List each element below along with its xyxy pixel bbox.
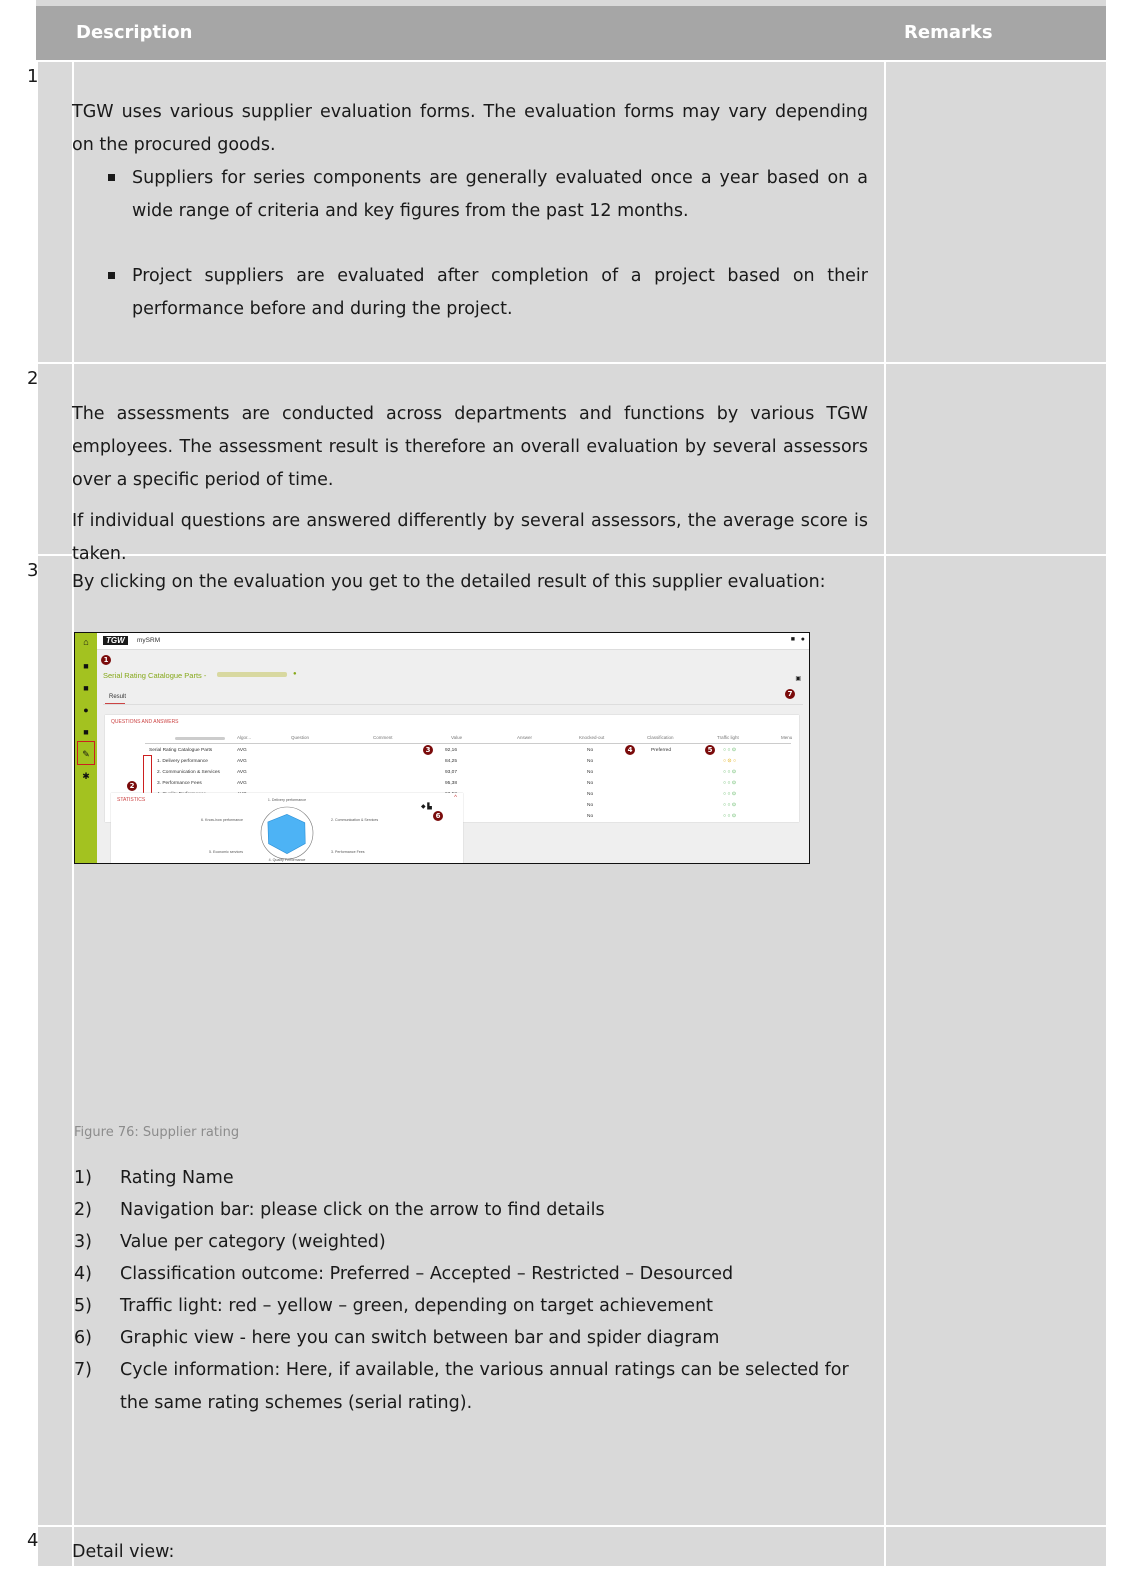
traffic-light-icon: ○ ○ ⊙ (723, 769, 737, 775)
header-divider (145, 743, 791, 744)
row-divider (36, 60, 1106, 62)
traffic-light-icon: ○ ○ ⊙ (723, 747, 737, 753)
database-icon: ■ (83, 661, 89, 671)
row-1-bullet-2: Project suppliers are evaluated after co… (108, 260, 868, 326)
tab-divider (103, 704, 803, 705)
notification-icon: ■ (790, 636, 795, 643)
chat-icon: ■ (83, 683, 89, 693)
wrench-highlight-box (77, 741, 95, 765)
supplier-rating-screenshot: ⌂ ■ ■ ● ■ ✎ ✱ TGW mySRM ■ ● 1 Serial Rat… (74, 632, 810, 866)
app-sidebar: ⌂ ■ ■ ● ■ ✎ ✱ (75, 633, 97, 863)
radar-chart: 1. Delivery performance 2. Communication … (201, 798, 378, 862)
row-number: 4 (27, 1530, 39, 1551)
table-row-knocked-out: No (587, 814, 594, 819)
remarks-column-divider (884, 60, 886, 1566)
table-header: Description Remarks (36, 6, 1106, 60)
table-row-classification: Preferred (651, 748, 671, 753)
user-icon: ● (83, 705, 89, 715)
traffic-light-icon: ○ ⊙ ○ (723, 758, 737, 764)
callout-5: 5 (705, 745, 715, 755)
table-row-name: 1. Delivery performance (157, 759, 208, 764)
remarks-header: Remarks (904, 22, 993, 43)
radar-axis-label: 1. Delivery performance (268, 798, 306, 802)
row-number: 2 (27, 368, 39, 389)
tgw-logo: TGW (103, 636, 128, 645)
col-traffic-light: Traffic light (717, 735, 739, 740)
description-header: Description (76, 22, 193, 43)
home-icon: ⌂ (83, 637, 89, 647)
row-3-text: By clicking on the evaluation you get to… (72, 572, 826, 592)
traffic-light-icon: ○ ○ ⊙ (723, 780, 737, 786)
left-border (36, 60, 38, 1566)
col-algor: Algor... (237, 735, 252, 740)
col-comment: Comment (373, 735, 393, 740)
table-row-knocked-out: No (587, 759, 594, 764)
col-knocked-out: Knocked-out (579, 735, 605, 740)
traffic-light-icon: ○ ○ ⊙ (723, 791, 737, 797)
callout-1: 1 (101, 655, 111, 665)
table-row-knocked-out: No (587, 792, 594, 797)
table-row-algo: AVG (237, 770, 247, 775)
figure-caption: Figure 76: Supplier rating (74, 1125, 240, 1140)
app-topbar: TGW mySRM ■ ● (97, 633, 809, 650)
user-icon: ● (800, 636, 805, 643)
table-row-value: 95,38 (445, 781, 458, 786)
callout-7: 7 (785, 689, 795, 699)
table-row-name: 3. Performance Fees (157, 781, 202, 786)
table-row-algo: AVG (237, 759, 247, 764)
radar-axis-label: 3. Performance Fees (331, 850, 365, 854)
radar-axis-label: 4. Quality Performance (269, 858, 306, 862)
row-divider (36, 1525, 1106, 1527)
row-number: 1 (27, 66, 39, 87)
traffic-light-icon: ○ ○ ⊙ (723, 813, 737, 819)
row-number: 3 (27, 560, 39, 581)
callout-4: 4 (625, 745, 635, 755)
col-menu: Menu (781, 735, 793, 740)
radar-area (267, 814, 306, 855)
table-row-knocked-out: No (587, 781, 594, 786)
status-dot: ● (293, 671, 297, 677)
row-2-paragraph-2: If individual questions are answered dif… (72, 511, 868, 564)
table-row-knocked-out: No (587, 748, 594, 753)
col-answer: Answer (517, 735, 533, 740)
table-row-value: 92,16 (445, 748, 458, 753)
table-row-value: 93,07 (445, 770, 458, 775)
redacted-supplier-name (217, 672, 287, 677)
row-1-bullet-1: Suppliers for series components are gene… (108, 162, 868, 228)
col-classification: Classification (647, 735, 674, 740)
table-row-knocked-out: No (587, 770, 594, 775)
tab-result: Result (109, 694, 127, 700)
redacted-column (175, 737, 225, 740)
table-row-algo: AVG (237, 748, 247, 753)
rating-title: Serial Rating Catalogue Parts - (103, 671, 207, 680)
col-value: Value (451, 735, 463, 740)
callout-2: 2 (127, 781, 137, 791)
radar-axis-label: 5. Economic services (209, 850, 243, 854)
traffic-light-icon: ○ ○ ⊙ (723, 802, 737, 808)
export-icon: ▣ (795, 676, 801, 682)
radar-axis-label: 2. Communication & Services (331, 818, 378, 822)
row-4-text: Detail view: (72, 1542, 175, 1562)
table-row-name: 2. Communication & Services (157, 770, 220, 775)
statistics-card: STATISTICS ^ ◆ ▙ 6 1. Delivery performan… (111, 793, 463, 863)
table-row-knocked-out: No (587, 803, 594, 808)
car-icon: ■ (83, 727, 89, 737)
row-2-paragraph-1: The assessments are conducted across dep… (72, 404, 868, 490)
questions-title: QUESTIONS AND ANSWERS (111, 719, 179, 725)
callout-3: 3 (423, 745, 433, 755)
table-row-name: Serial Rating Catalogue Parts (149, 748, 213, 753)
row-divider (36, 362, 1106, 364)
table-row-algo: AVG (237, 781, 247, 786)
radar-axis-label: 6. Know-how performance (201, 818, 243, 822)
app-name: mySRM (137, 637, 161, 644)
table-row-value: 84,25 (445, 759, 458, 764)
screenshot-frame: ⌂ ■ ■ ● ■ ✎ ✱ TGW mySRM ■ ● 1 Serial Rat… (74, 632, 810, 864)
row-1-text: TGW uses various supplier evaluation for… (72, 102, 868, 155)
col-question: Question (291, 735, 310, 740)
gear-icon: ✱ (82, 771, 90, 781)
